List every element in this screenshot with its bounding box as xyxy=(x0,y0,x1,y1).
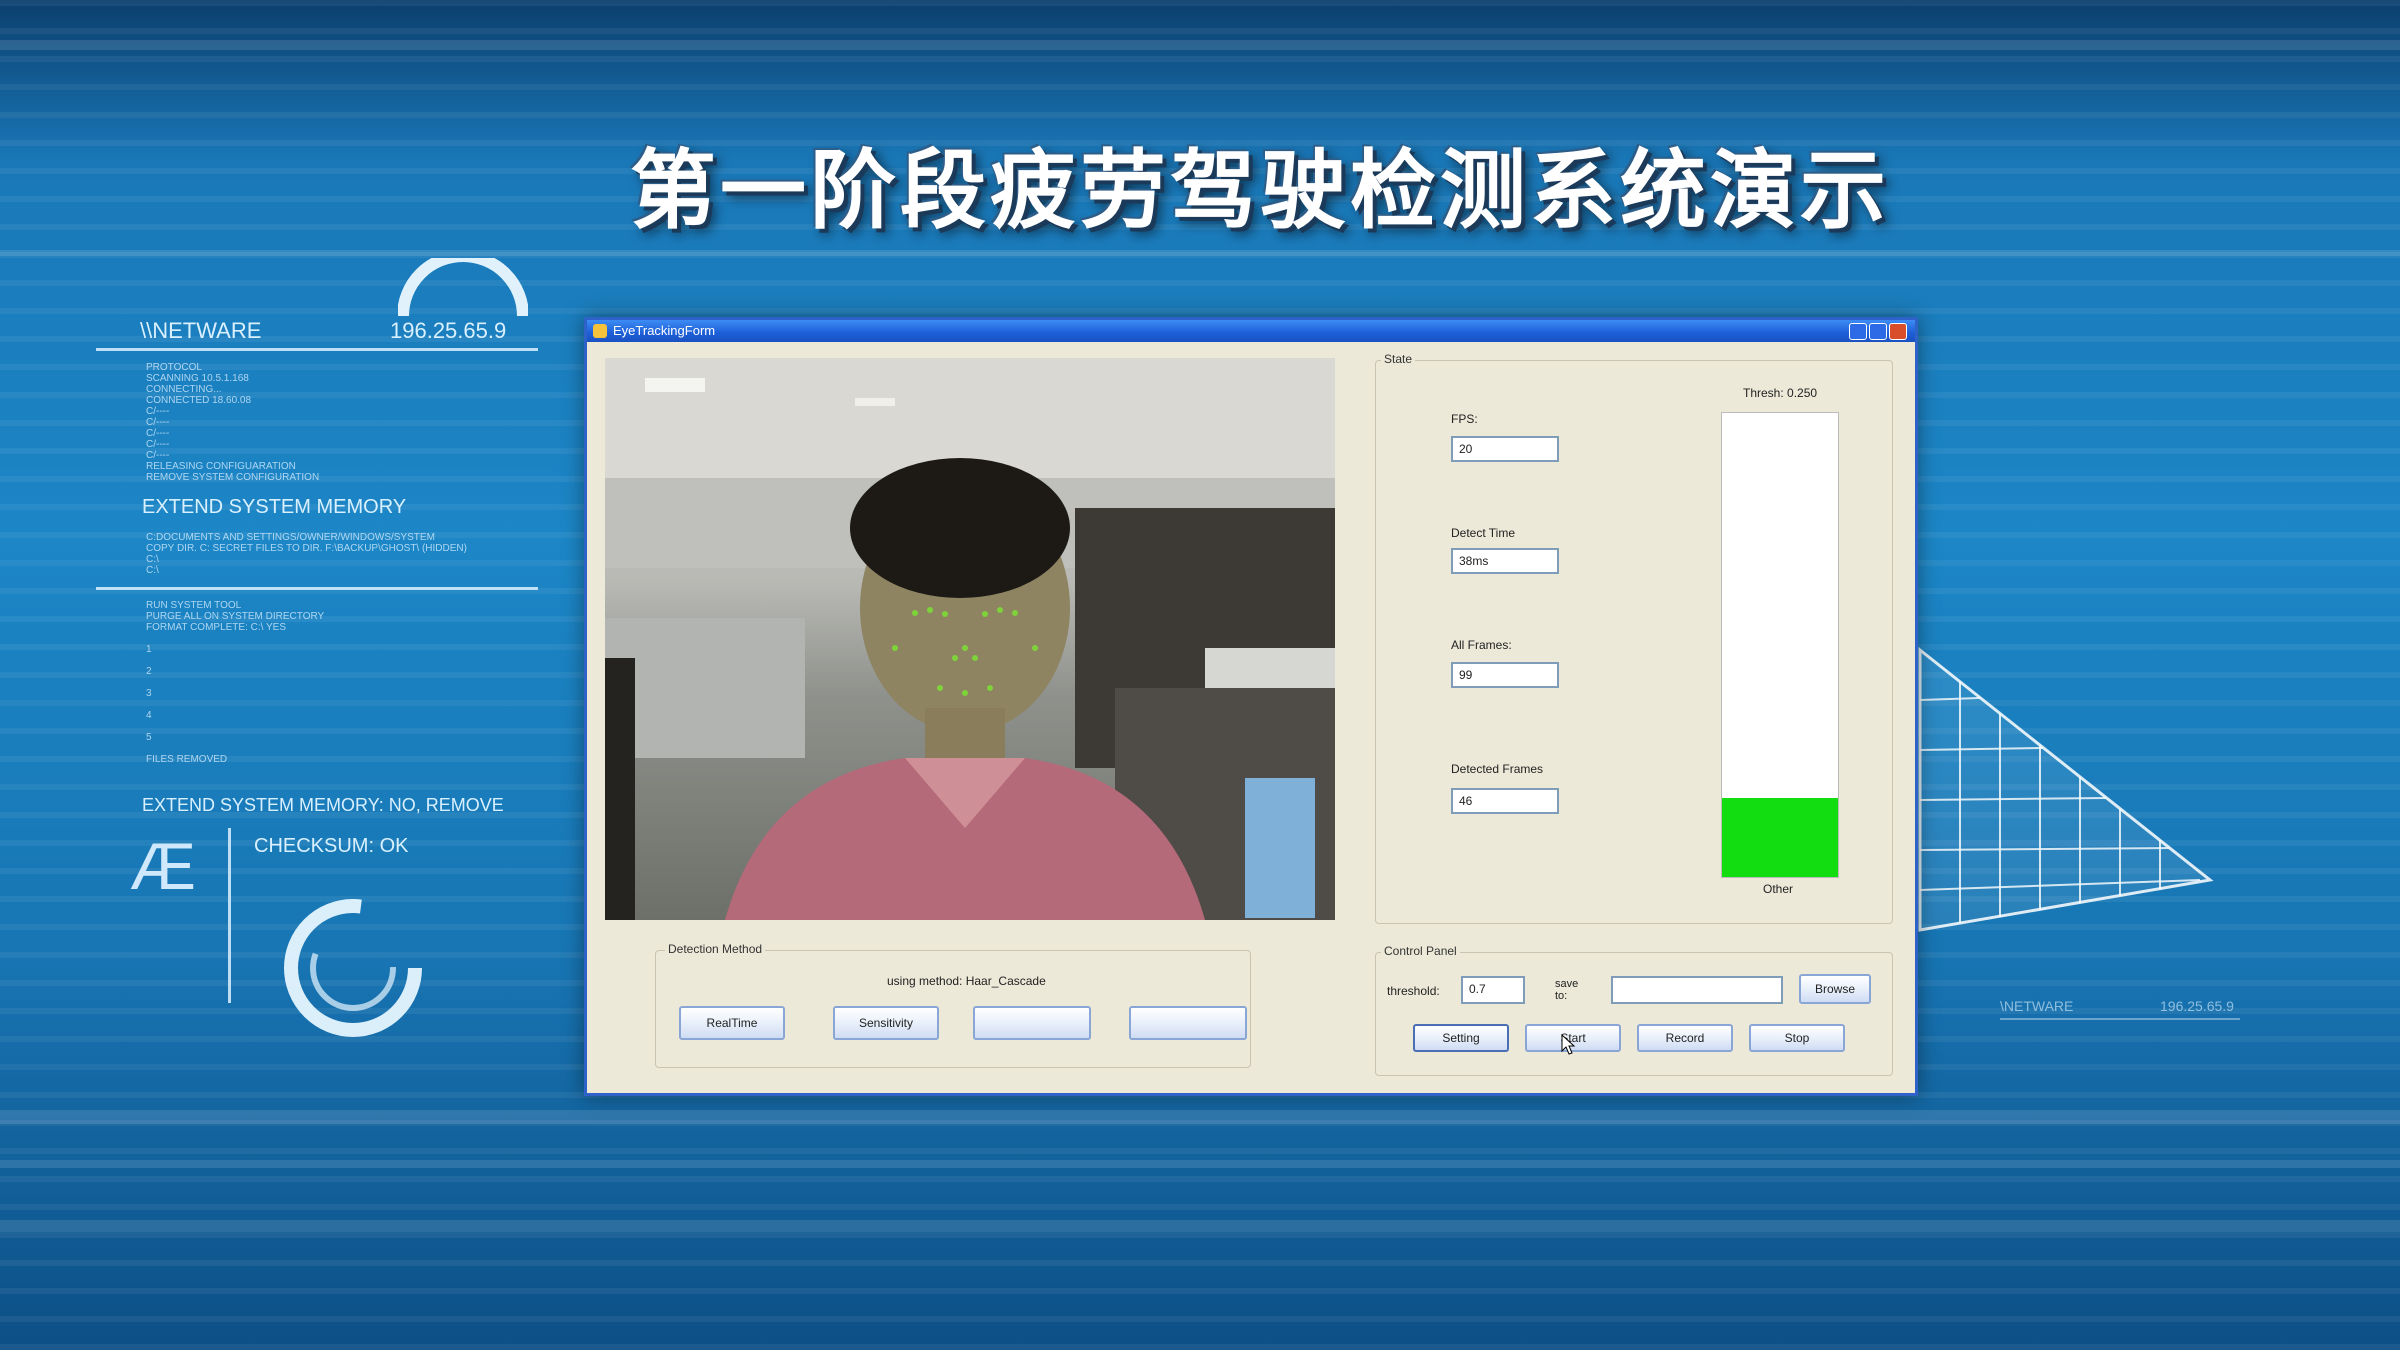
using-method-label: using method: Haar_Cascade xyxy=(887,974,1046,988)
sensitivity-button[interactable]: Sensitivity xyxy=(833,1006,939,1040)
arc-decoration-icon xyxy=(398,258,528,317)
hud-ip: 196.25.65.9 xyxy=(390,318,507,343)
background-band xyxy=(0,1110,2400,1124)
method-button-3[interactable] xyxy=(973,1006,1091,1040)
record-button[interactable]: Record xyxy=(1637,1024,1733,1052)
all-frames-label: All Frames: xyxy=(1451,638,1512,652)
maximize-icon[interactable] xyxy=(1869,323,1887,340)
hud-divider xyxy=(96,348,538,351)
camera-video-feed xyxy=(605,358,1335,920)
background-band xyxy=(0,250,2400,256)
hud-extend-memory: EXTEND SYSTEM MEMORY xyxy=(142,496,407,518)
window-titlebar[interactable]: EyeTrackingForm xyxy=(587,320,1915,342)
hud-ip-small: 196.25.65.9 xyxy=(2160,998,2234,1014)
detected-frames-field[interactable]: 46 xyxy=(1451,788,1559,814)
hud-run-lines: RUN SYSTEM TOOL PURGE ALL ON SYSTEM DIRE… xyxy=(146,600,325,765)
setting-button[interactable]: Setting xyxy=(1413,1024,1509,1052)
method-button-4[interactable] xyxy=(1129,1006,1247,1040)
background-band xyxy=(0,1160,2400,1168)
mouse-cursor-icon xyxy=(1561,1034,1576,1055)
camera-frame-image xyxy=(605,358,1335,920)
detect-time-label: Detect Time xyxy=(1451,526,1516,540)
threshold-field[interactable]: 0.7 xyxy=(1461,976,1525,1004)
background-band xyxy=(0,40,2400,50)
close-icon[interactable] xyxy=(1889,323,1907,340)
hud-divider xyxy=(96,587,538,590)
hud-protocol-lines: PROTOCOL SCANNING 10.5.1.168 CONNECTING.… xyxy=(146,362,320,483)
hud-netware-small: \NETWARE xyxy=(2000,998,2074,1014)
save-to-label: save to: xyxy=(1555,978,1579,1002)
all-frames-field[interactable]: 99 xyxy=(1451,662,1559,688)
background-band xyxy=(0,1220,2400,1232)
detection-group-label: Detection Method xyxy=(665,942,766,956)
hud-docs-lines: C:DOCUMENTS AND SETTINGS/OWNER/WINDOWS/S… xyxy=(146,532,467,576)
browse-button[interactable]: Browse xyxy=(1799,974,1871,1004)
minimize-icon[interactable] xyxy=(1849,323,1867,340)
app-icon xyxy=(593,324,607,338)
loading-ring-icon xyxy=(284,899,422,1037)
control-panel-groupbox xyxy=(1375,952,1893,1076)
thresh-label: Thresh: 0.250 xyxy=(1743,386,1818,400)
hud-ae-logo: Æ xyxy=(130,829,196,903)
detected-frames-label: Detected Frames xyxy=(1451,762,1544,776)
window-title: EyeTrackingForm xyxy=(613,323,716,338)
threshold-label: threshold: xyxy=(1387,984,1440,998)
detect-time-field[interactable]: 38ms xyxy=(1451,548,1559,574)
stop-button[interactable]: Stop xyxy=(1749,1024,1845,1052)
hud-vertical-divider xyxy=(228,828,231,1003)
wireframe-grid-decoration xyxy=(1918,646,2214,932)
page-title: 第一阶段疲劳驾驶检测系统演示 xyxy=(630,141,1890,241)
save-to-field[interactable] xyxy=(1611,976,1783,1004)
realtime-button[interactable]: RealTime xyxy=(679,1006,785,1040)
app-window: EyeTrackingForm State Thresh: 0.250 Othe… xyxy=(584,317,1918,1096)
fatigue-level-fill xyxy=(1722,798,1838,877)
fps-field[interactable]: 20 xyxy=(1451,436,1559,462)
hud-checksum: CHECKSUM: OK xyxy=(254,835,409,857)
state-group-label: State xyxy=(1381,352,1416,366)
fps-label: FPS: xyxy=(1451,412,1478,426)
hud-netware: \\NETWARE xyxy=(140,318,262,343)
hud-divider xyxy=(2000,1018,2240,1020)
hud-extend-memory-no: EXTEND SYSTEM MEMORY: NO, REMOVE xyxy=(142,795,504,815)
control-group-label: Control Panel xyxy=(1381,944,1460,958)
bar-caption: Other xyxy=(1763,882,1794,896)
fatigue-level-bar xyxy=(1721,412,1839,878)
